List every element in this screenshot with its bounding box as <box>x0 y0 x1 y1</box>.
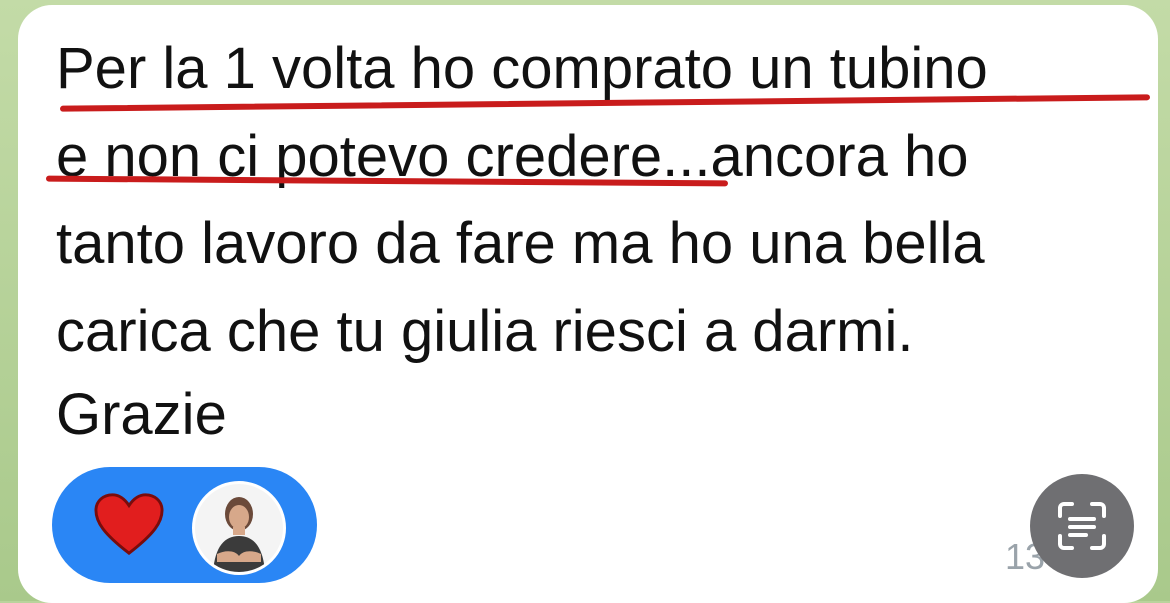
message-line-5: Grazie <box>56 382 227 447</box>
user-avatar[interactable] <box>192 481 286 575</box>
message-line-4: carica che tu giulia riesci a darmi. <box>56 299 914 364</box>
message-line-1: Per la 1 volta ho comprato un tubino <box>56 36 988 101</box>
scan-text-icon <box>1058 502 1106 550</box>
reaction-pill[interactable] <box>52 467 317 583</box>
scan-text-button[interactable] <box>1030 474 1134 578</box>
heart-icon <box>94 489 164 559</box>
message-line-3: tanto lavoro da fare ma ho una bella <box>56 211 985 276</box>
